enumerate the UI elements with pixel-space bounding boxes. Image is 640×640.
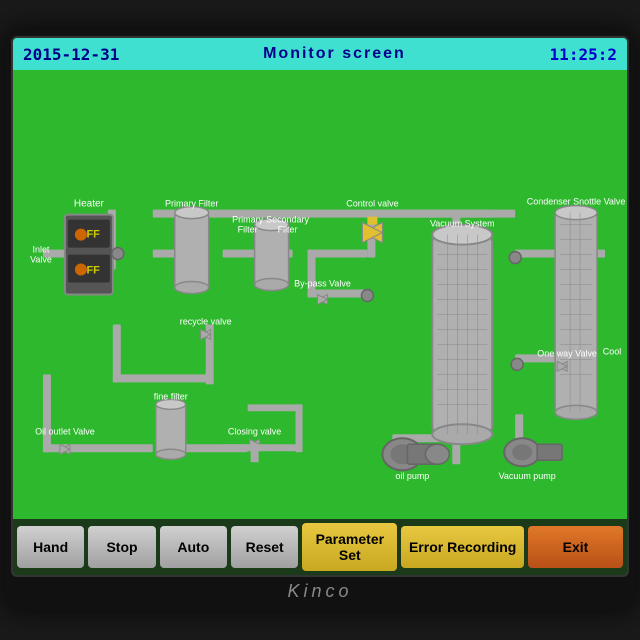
- header-time: 11:25:2: [550, 45, 617, 64]
- svg-text:oil pump: oil pump: [395, 471, 429, 481]
- parameter-set-button[interactable]: Parameter Set: [302, 523, 397, 571]
- header-title: Monitor screen: [263, 45, 406, 63]
- svg-text:One way Valve: One way Valve: [537, 348, 597, 358]
- svg-text:Valve: Valve: [30, 255, 52, 265]
- svg-text:Vacuum System: Vacuum System: [430, 219, 495, 229]
- svg-text:Closing valve: Closing valve: [228, 426, 281, 436]
- svg-text:Vacuum pump: Vacuum pump: [499, 471, 556, 481]
- error-recording-button[interactable]: Error Recording: [401, 526, 524, 568]
- svg-text:By-pass Valve: By-pass Valve: [294, 279, 351, 289]
- hand-button[interactable]: Hand: [17, 526, 84, 568]
- diagram-area: OFF OFF Heater Inlet Valve Primary Filte…: [13, 70, 627, 519]
- svg-text:Condenser Snottle Valve: Condenser Snottle Valve: [527, 197, 626, 207]
- monitor-outer: 2015-12-31 Monitor screen 11:25:2: [5, 30, 635, 610]
- exit-button[interactable]: Exit: [528, 526, 623, 568]
- auto-button[interactable]: Auto: [160, 526, 227, 568]
- svg-text:Primary: Primary: [232, 215, 263, 225]
- svg-text:Filter: Filter: [278, 225, 298, 235]
- svg-text:Secondary: Secondary: [266, 215, 309, 225]
- header-bar: 2015-12-31 Monitor screen 11:25:2: [13, 38, 627, 70]
- svg-text:Control valve: Control valve: [346, 199, 398, 209]
- stop-button[interactable]: Stop: [88, 526, 155, 568]
- svg-text:Oil outlet Valve: Oil outlet Valve: [35, 426, 95, 436]
- svg-text:recycle valve: recycle valve: [180, 316, 232, 326]
- svg-text:Cool: Cool: [603, 346, 621, 356]
- brand-label: Kinco: [11, 577, 629, 604]
- svg-text:Inlet: Inlet: [32, 245, 49, 255]
- svg-text:Filter: Filter: [238, 225, 258, 235]
- svg-text:fine filter: fine filter: [154, 391, 188, 401]
- button-bar: Hand Stop Auto Reset Parameter Set Error…: [13, 519, 627, 575]
- svg-text:Heater: Heater: [74, 199, 105, 210]
- monitor-screen: 2015-12-31 Monitor screen 11:25:2: [11, 36, 629, 577]
- reset-button[interactable]: Reset: [231, 526, 298, 568]
- svg-text:Primary Filter: Primary Filter: [165, 199, 218, 209]
- header-date: 2015-12-31: [23, 45, 119, 64]
